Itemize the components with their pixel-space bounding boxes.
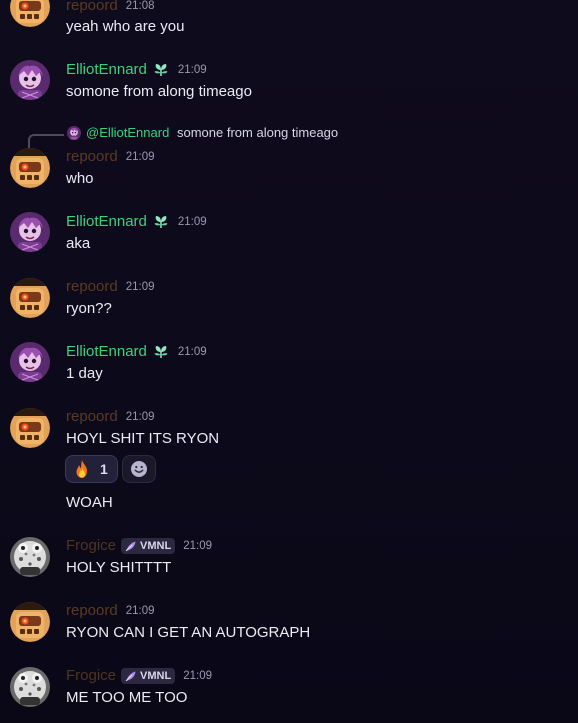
username[interactable]: repoord — [66, 0, 118, 15]
username[interactable]: ElliotEnnard — [66, 343, 147, 361]
reaction-bar: 1 — [65, 455, 156, 483]
timestamp: 21:09 — [125, 411, 155, 423]
reply-mention[interactable]: @ElliotEnnard — [86, 126, 169, 140]
server-tag[interactable]: VMNL — [121, 538, 176, 554]
avatar[interactable] — [10, 602, 50, 642]
reaction-count: 1 — [100, 461, 108, 477]
avatar[interactable] — [10, 148, 50, 188]
server-tag[interactable]: VMNL — [121, 668, 176, 684]
leaf-badge-icon[interactable] — [152, 61, 170, 79]
timestamp: 21:09 — [177, 64, 207, 76]
username[interactable]: ElliotEnnard — [66, 213, 147, 231]
smile-icon — [131, 461, 147, 477]
avatar[interactable] — [10, 0, 50, 27]
message-text: HOLY SHITTTT — [66, 559, 172, 576]
add-reaction-button[interactable] — [122, 455, 156, 483]
avatar[interactable] — [10, 342, 50, 382]
fire-icon — [76, 460, 87, 478]
username[interactable]: repoord — [66, 148, 118, 166]
chat-scroller[interactable]: repoord 21:08 yeah who are you ElliotEnn… — [0, 0, 578, 723]
timestamp: 21:09 — [125, 281, 155, 293]
username[interactable]: ElliotEnnard — [66, 61, 147, 79]
message-text: WOAH — [66, 494, 113, 511]
message-text: yeah who are you — [66, 18, 185, 35]
leaf-badge-icon[interactable] — [152, 343, 170, 361]
server-tag-label: VMNL — [140, 540, 172, 552]
username[interactable]: repoord — [66, 408, 118, 426]
avatar[interactable] — [10, 60, 50, 100]
feather-icon — [124, 670, 137, 683]
avatar[interactable] — [10, 537, 50, 577]
timestamp: 21:09 — [183, 540, 212, 552]
message-text: RYON CAN I GET AN AUTOGRAPH — [66, 624, 311, 641]
message-text: HOYL SHIT ITS RYON — [66, 430, 220, 447]
timestamp: 21:08 — [125, 0, 155, 12]
reply-spine — [28, 134, 64, 148]
reply-avatar — [67, 126, 81, 140]
feather-icon — [124, 540, 137, 553]
server-tag-label: VMNL — [140, 670, 172, 682]
timestamp: 21:09 — [125, 151, 155, 163]
timestamp: 21:09 — [125, 605, 155, 617]
avatar[interactable] — [10, 667, 50, 707]
message-text: 1 day — [66, 365, 103, 382]
message-text: somone from along timeago — [66, 83, 252, 100]
avatar[interactable] — [10, 278, 50, 318]
username[interactable]: repoord — [66, 602, 118, 620]
message-text: aka — [66, 235, 91, 252]
username[interactable]: Frogice — [66, 537, 116, 555]
timestamp: 21:09 — [177, 216, 207, 228]
reply-reference[interactable]: @ElliotEnnard somone from along timeago — [28, 126, 528, 148]
message-text: ryon?? — [66, 300, 112, 317]
message-text: ME TOO ME TOO — [66, 689, 188, 706]
timestamp: 21:09 — [177, 346, 207, 358]
reply-preview-text[interactable]: somone from along timeago — [177, 126, 338, 140]
username[interactable]: repoord — [66, 278, 118, 296]
username[interactable]: Frogice — [66, 667, 116, 685]
avatar[interactable] — [10, 212, 50, 252]
leaf-badge-icon[interactable] — [152, 213, 170, 231]
avatar[interactable] — [10, 408, 50, 448]
message-text: who — [66, 170, 94, 187]
timestamp: 21:09 — [183, 670, 212, 682]
reaction-fire[interactable]: 1 — [65, 455, 118, 483]
